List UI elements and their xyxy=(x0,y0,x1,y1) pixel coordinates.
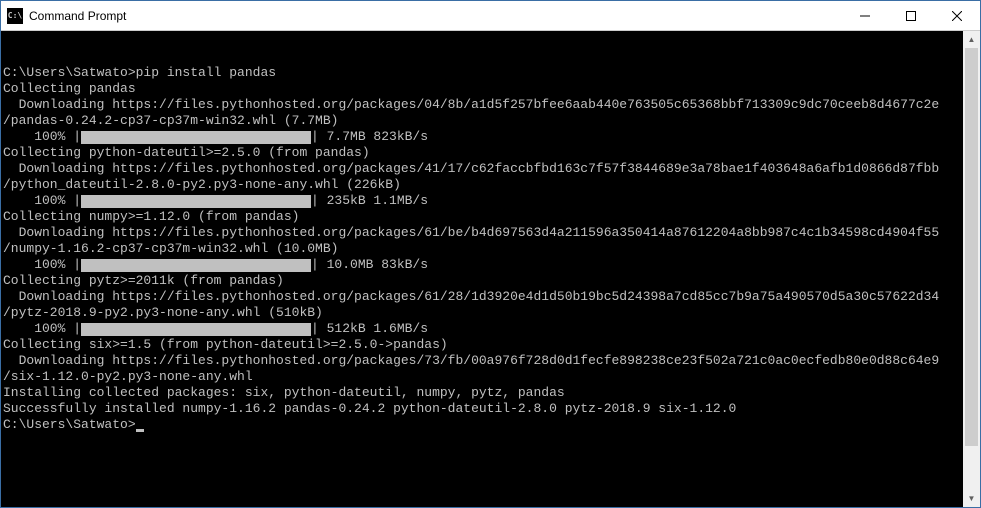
minimize-button[interactable] xyxy=(842,1,888,30)
terminal-line: Downloading https://files.pythonhosted.o… xyxy=(3,289,961,305)
scrollbar-up-button[interactable]: ▲ xyxy=(963,31,980,48)
terminal-line: Collecting numpy>=1.12.0 (from pandas) xyxy=(3,209,961,225)
terminal-line: Downloading https://files.pythonhosted.o… xyxy=(3,97,961,113)
progress-stats: | 235kB 1.1MB/s xyxy=(311,193,428,209)
titlebar-controls xyxy=(842,1,980,30)
maximize-button[interactable] xyxy=(888,1,934,30)
progress-stats: | 7.7MB 823kB/s xyxy=(311,129,428,145)
terminal-area: C:\Users\Satwato>pip install pandasColle… xyxy=(1,31,980,507)
terminal-line: Collecting six>=1.5 (from python-dateuti… xyxy=(3,337,961,353)
progress-percent: 100% | xyxy=(3,129,81,145)
progress-bar xyxy=(81,259,311,272)
progress-line: 100% | | 10.0MB 83kB/s xyxy=(3,257,961,273)
terminal-line: Installing collected packages: six, pyth… xyxy=(3,385,961,401)
window-title: Command Prompt xyxy=(29,9,126,23)
terminal-line: Downloading https://files.pythonhosted.o… xyxy=(3,225,961,241)
terminal-line: /pytz-2018.9-py2.py3-none-any.whl (510kB… xyxy=(3,305,961,321)
titlebar[interactable]: C:\ Command Prompt xyxy=(1,1,980,31)
scrollbar-track[interactable] xyxy=(963,48,980,490)
close-button[interactable] xyxy=(934,1,980,30)
terminal-line: C:\Users\Satwato>pip install pandas xyxy=(3,65,961,81)
progress-stats: | 10.0MB 83kB/s xyxy=(311,257,428,273)
titlebar-left: C:\ Command Prompt xyxy=(1,8,126,24)
terminal-line: /numpy-1.16.2-cp37-cp37m-win32.whl (10.0… xyxy=(3,241,961,257)
terminal-line: Collecting pytz>=2011k (from pandas) xyxy=(3,273,961,289)
command-prompt-window: C:\ Command Prompt C:\Users\Satwato>pip … xyxy=(0,0,981,508)
terminal-line: Successfully installed numpy-1.16.2 pand… xyxy=(3,401,961,417)
progress-percent: 100% | xyxy=(3,193,81,209)
progress-bar xyxy=(81,131,311,144)
progress-bar xyxy=(81,195,311,208)
scrollbar-down-button[interactable]: ▼ xyxy=(963,490,980,507)
terminal-line: /python_dateutil-2.8.0-py2.py3-none-any.… xyxy=(3,177,961,193)
terminal-line: Collecting pandas xyxy=(3,81,961,97)
terminal-line: Collecting python-dateutil>=2.5.0 (from … xyxy=(3,145,961,161)
progress-percent: 100% | xyxy=(3,257,81,273)
vertical-scrollbar[interactable]: ▲ ▼ xyxy=(963,31,980,507)
terminal-line: Downloading https://files.pythonhosted.o… xyxy=(3,161,961,177)
cursor xyxy=(136,429,144,432)
progress-stats: | 512kB 1.6MB/s xyxy=(311,321,428,337)
terminal-line: /pandas-0.24.2-cp37-cp37m-win32.whl (7.7… xyxy=(3,113,961,129)
progress-percent: 100% | xyxy=(3,321,81,337)
terminal-line: /six-1.12.0-py2.py3-none-any.whl xyxy=(3,369,961,385)
prompt-line[interactable]: C:\Users\Satwato> xyxy=(3,417,961,433)
scrollbar-thumb[interactable] xyxy=(965,48,978,446)
terminal-output[interactable]: C:\Users\Satwato>pip install pandasColle… xyxy=(1,31,963,507)
cmd-icon: C:\ xyxy=(7,8,23,24)
progress-line: 100% | | 7.7MB 823kB/s xyxy=(3,129,961,145)
progress-bar xyxy=(81,323,311,336)
progress-line: 100% | | 512kB 1.6MB/s xyxy=(3,321,961,337)
progress-line: 100% | | 235kB 1.1MB/s xyxy=(3,193,961,209)
prompt-text: C:\Users\Satwato> xyxy=(3,417,136,433)
terminal-line: Downloading https://files.pythonhosted.o… xyxy=(3,353,961,369)
